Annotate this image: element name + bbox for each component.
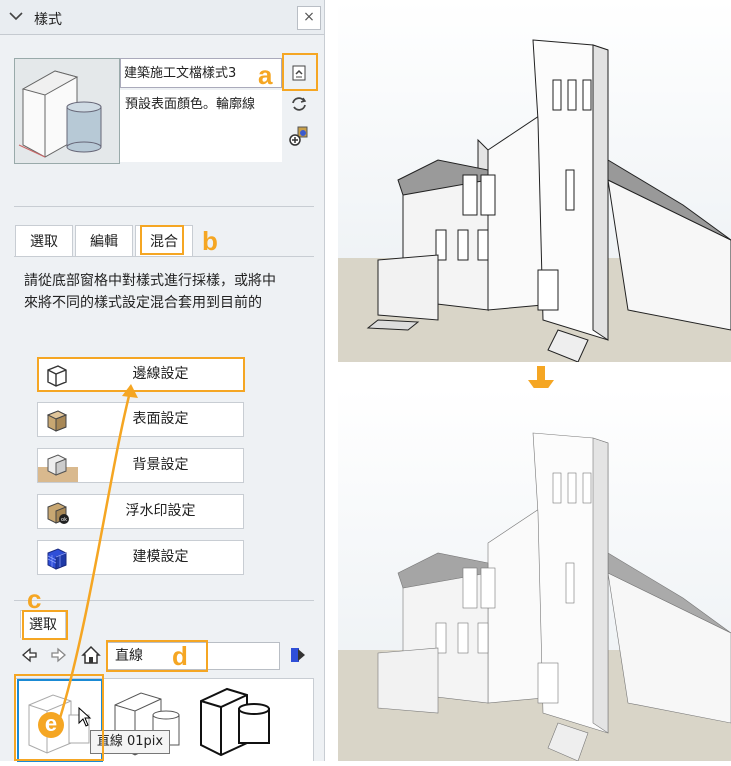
drag-arrow (58, 384, 138, 719)
render-after (338, 388, 731, 761)
render-before (338, 0, 731, 362)
